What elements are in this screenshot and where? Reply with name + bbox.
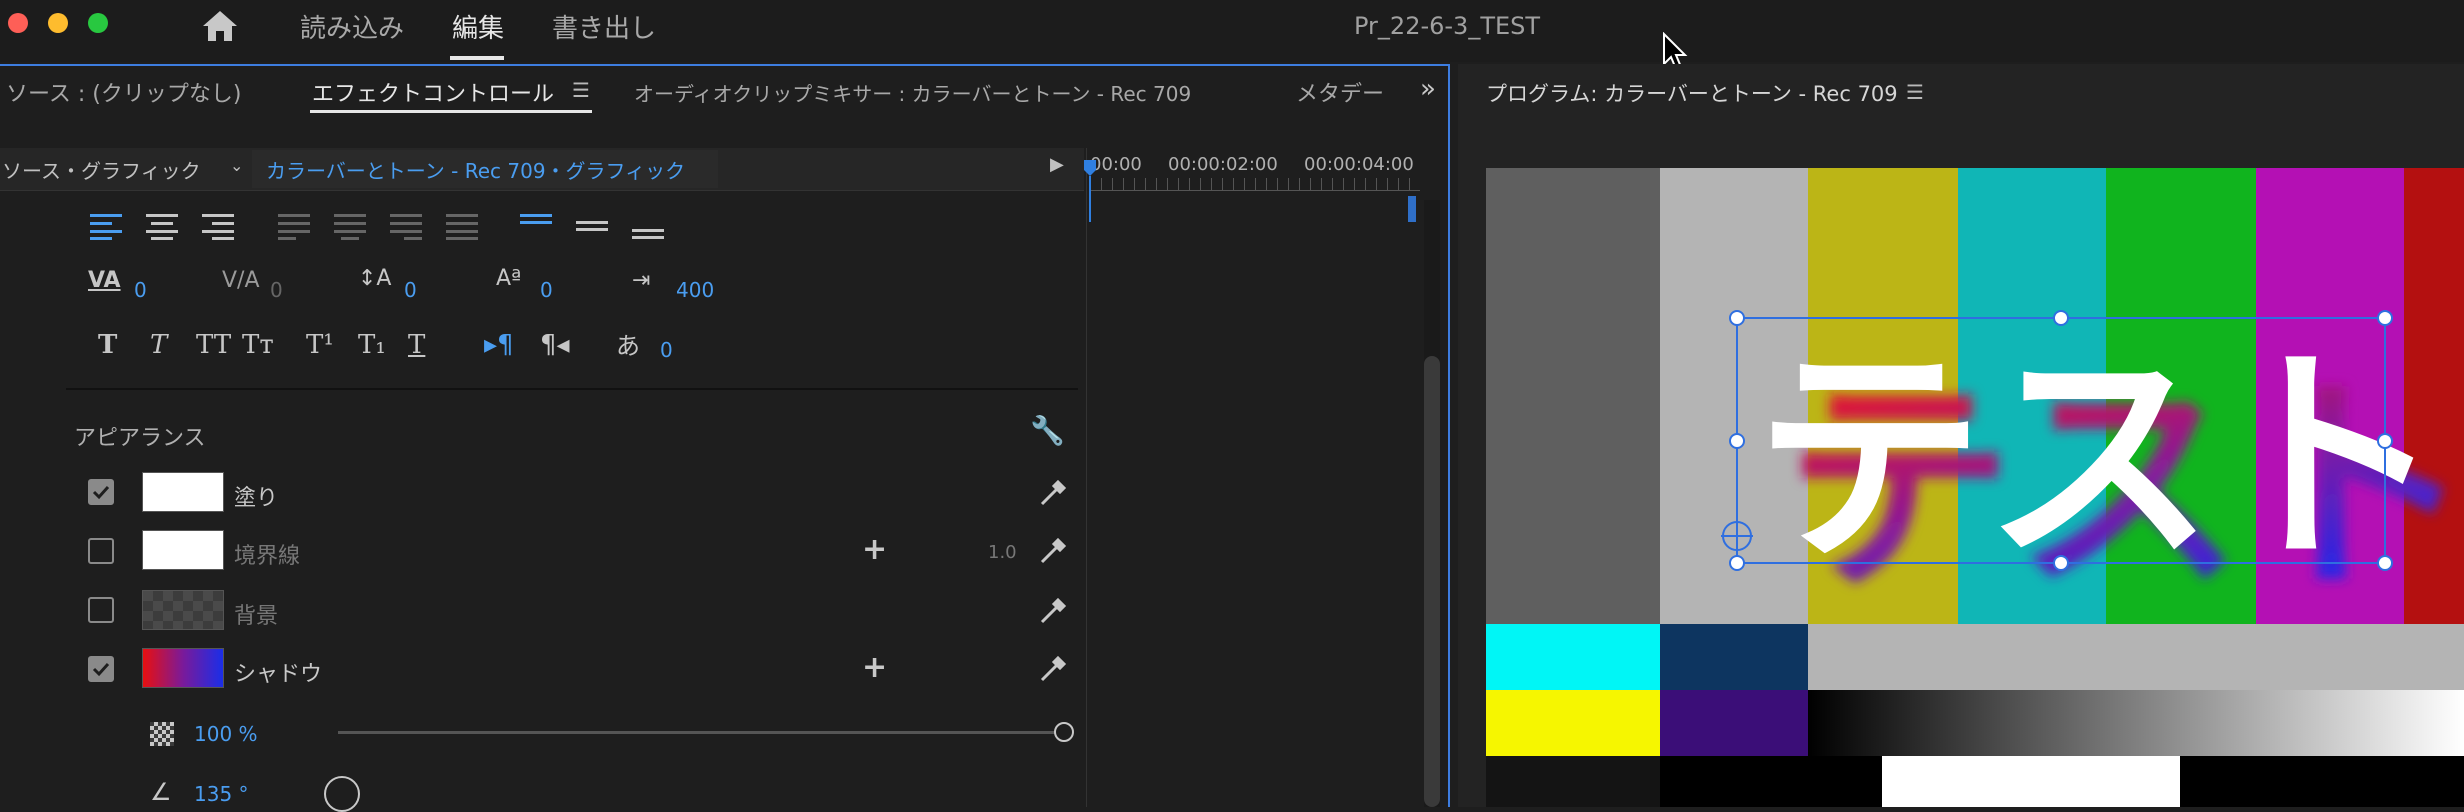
vertical-align-top-icon[interactable] (520, 212, 554, 244)
program-monitor-canvas[interactable]: テスト テスト (1486, 168, 2464, 807)
minimize-window-button[interactable] (48, 13, 68, 33)
effect-timeline (1086, 148, 1447, 807)
tsume-value[interactable]: 0 (660, 338, 673, 362)
eyedropper-icon[interactable] (1038, 478, 1068, 512)
tab-effect-controls[interactable]: エフェクトコントロール (312, 76, 554, 108)
background-checkbox[interactable] (88, 597, 114, 623)
justify-last-left-icon[interactable] (278, 212, 312, 244)
all-caps-icon[interactable]: TT (196, 330, 231, 360)
superscript-icon[interactable]: T¹ (306, 330, 334, 360)
tab-source[interactable]: ソース : (クリップなし) (6, 76, 241, 108)
small-caps-icon[interactable]: Tт (242, 330, 274, 360)
eyedropper-icon[interactable] (1038, 654, 1068, 688)
program-monitor-title: プログラム: カラーバーとトーン - Rec 709 (1486, 82, 1898, 106)
leading-icon: ↕A (358, 266, 392, 291)
play-triangle-icon[interactable]: ▶ (1050, 154, 1064, 175)
background-label: 背景 (234, 604, 279, 629)
fill-checkbox[interactable] (88, 479, 114, 505)
timeline-tick-2: 00:00:04:00 (1304, 154, 1414, 175)
panel-menu-icon[interactable]: ☰ (572, 78, 590, 102)
tsume-icon: あ (616, 332, 640, 360)
justify-last-right-icon[interactable] (390, 212, 424, 244)
eyedropper-icon[interactable] (1038, 536, 1068, 570)
subscript-icon[interactable]: T₁ (358, 330, 386, 360)
title-bar: 読み込み 編集 書き出し Pr_22-6-3_TEST (0, 0, 2464, 71)
tab-active-indicator (310, 110, 592, 113)
opacity-slider-track[interactable] (338, 731, 1064, 734)
fill-label: 塗り (234, 486, 279, 511)
faux-italic-icon[interactable]: T (150, 330, 167, 360)
timeline-tick-0: 00:00 (1090, 154, 1142, 175)
wrench-icon[interactable]: 🔧 (1030, 414, 1065, 447)
project-title: Pr_22-6-3_TEST (1354, 12, 1541, 40)
stroke-width-value[interactable]: 1.0 (988, 542, 1017, 563)
tab-width-value[interactable]: 400 (676, 278, 714, 302)
stroke-checkbox[interactable] (88, 538, 114, 564)
vertical-align-bottom-icon[interactable] (632, 212, 666, 244)
appearance-title: アピアランス (74, 426, 206, 451)
chevron-down-icon[interactable]: ⌄ (230, 156, 243, 175)
opacity-value[interactable]: 100 % (194, 722, 258, 746)
shadow-color-swatch[interactable] (142, 648, 224, 688)
add-stroke-icon[interactable]: + (862, 532, 887, 567)
clip-out-marker (1408, 196, 1416, 222)
justify-all-icon[interactable] (446, 212, 480, 244)
timeline-ruler[interactable] (1090, 178, 1420, 191)
eyedropper-icon[interactable] (1038, 596, 1068, 630)
playhead-icon[interactable] (1084, 160, 1096, 222)
nav-active-indicator (450, 56, 504, 60)
add-shadow-icon[interactable]: + (862, 650, 887, 685)
nav-export[interactable]: 書き出し (552, 8, 656, 45)
home-icon[interactable] (200, 8, 240, 48)
tab-audio-clip-mixer[interactable]: オーディオクリップミキサー : カラーバーとトーン - Rec 709 (634, 78, 1191, 107)
ltr-paragraph-icon[interactable]: ▸¶ (484, 330, 514, 360)
underline-icon[interactable]: T (408, 330, 425, 360)
baseline-shift-value[interactable]: 0 (540, 278, 553, 302)
tab-width-icon: ⇥ (632, 268, 651, 293)
vertical-align-center-icon[interactable] (576, 212, 610, 244)
rtl-paragraph-icon[interactable]: ¶◂ (540, 330, 570, 360)
baseline-shift-icon: Aª (496, 266, 522, 291)
source-label: ソース・グラフィック (2, 159, 201, 183)
shadow-checkbox[interactable] (88, 656, 114, 682)
fill-color-swatch[interactable] (142, 472, 224, 512)
align-left-icon[interactable] (90, 212, 124, 244)
panel-menu-icon[interactable]: ☰ (1906, 80, 1924, 104)
tracking-icon: VA (88, 268, 121, 293)
zoom-window-button[interactable] (88, 13, 108, 33)
justify-last-center-icon[interactable] (334, 212, 368, 244)
clip-name[interactable]: カラーバーとトーン - Rec 709・グラフィック (266, 155, 685, 184)
tracking-value[interactable]: 0 (134, 278, 147, 302)
scrollbar-thumb[interactable] (1424, 356, 1440, 807)
close-window-button[interactable] (8, 13, 28, 33)
title-text[interactable]: テスト (1754, 326, 2444, 593)
stroke-color-swatch[interactable] (142, 530, 224, 570)
angle-value[interactable]: 135 ° (194, 782, 249, 806)
shadow-label: シャドウ (234, 662, 323, 687)
more-tabs-chevron-icon[interactable]: » (1420, 74, 1436, 104)
nav-edit[interactable]: 編集 (452, 8, 504, 45)
background-color-swatch[interactable] (142, 590, 224, 630)
faux-bold-icon[interactable]: T (98, 330, 117, 360)
stroke-label: 境界線 (234, 544, 301, 569)
opacity-icon (150, 722, 174, 746)
timeline-tick-1: 00:00:02:00 (1168, 154, 1278, 175)
leading-value[interactable]: 0 (404, 278, 417, 302)
angle-icon: ∠ (150, 778, 172, 806)
kerning-value[interactable]: 0 (270, 278, 283, 302)
align-center-icon[interactable] (146, 212, 180, 244)
nav-import[interactable]: 読み込み (300, 8, 404, 45)
align-right-icon[interactable] (202, 212, 236, 244)
section-divider (66, 388, 1078, 390)
opacity-slider-handle[interactable] (1054, 722, 1074, 742)
kerning-icon: V/A (222, 268, 260, 293)
tab-metadata[interactable]: メタデー (1296, 76, 1384, 108)
